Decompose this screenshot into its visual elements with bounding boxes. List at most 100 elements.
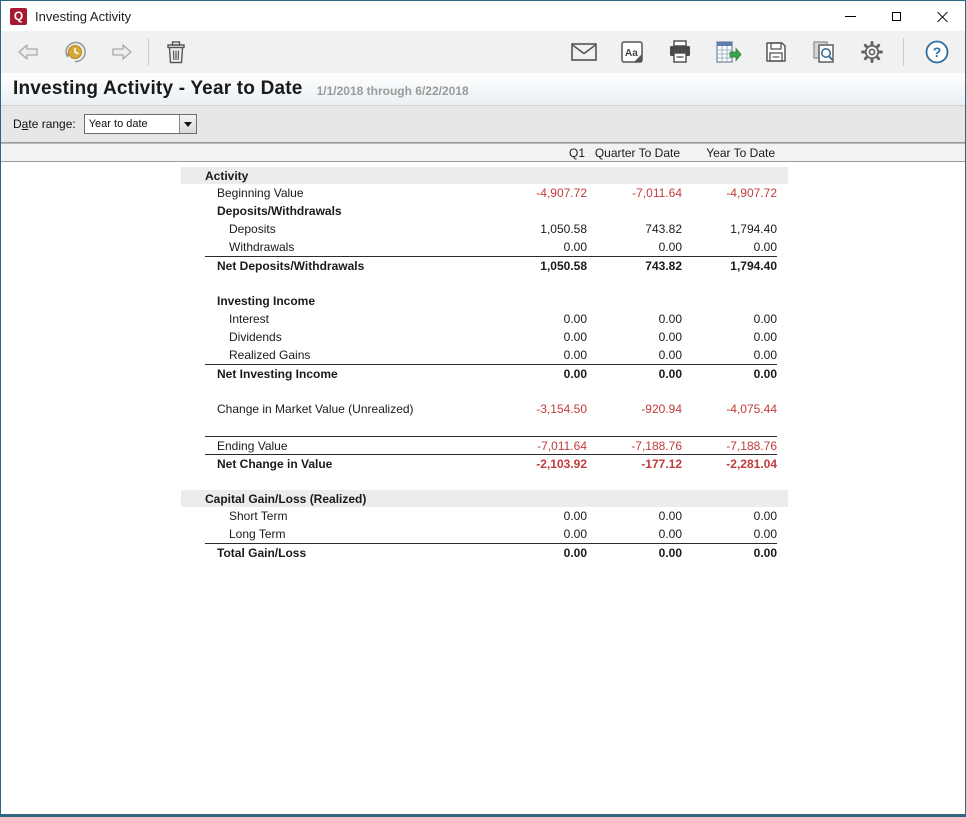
minimize-button[interactable]: [827, 1, 873, 31]
table-row: Short Term0.000.000.00: [181, 507, 788, 525]
table-row: Net Deposits/Withdrawals1,050.58743.821,…: [181, 256, 788, 274]
table-row: [181, 382, 788, 400]
delete-report-button[interactable]: [161, 36, 191, 68]
font-settings-button[interactable]: Aa: [617, 36, 647, 68]
cell-value: 0.00: [682, 546, 777, 560]
cell-value: 0.00: [587, 509, 682, 523]
cell-value: 0.00: [492, 330, 587, 344]
cell-value: 0.00: [492, 367, 587, 381]
preview-icon: [810, 39, 838, 65]
table-row: Ending Value-7,011.64-7,188.76-7,188.76: [181, 436, 788, 454]
close-icon: [937, 11, 948, 22]
maximize-icon: [892, 12, 901, 21]
cell-value: 0.00: [587, 546, 682, 560]
cell-value: 0.00: [682, 348, 777, 362]
email-report-button[interactable]: [569, 36, 599, 68]
table-row: Deposits1,050.58743.821,794.40: [181, 220, 788, 238]
help-icon: ?: [924, 39, 950, 65]
report-header: Investing Activity - Year to Date 1/1/20…: [1, 73, 965, 106]
cell-value: 0.00: [587, 240, 682, 254]
title-bar: Q Investing Activity: [1, 1, 965, 31]
table-row: Withdrawals0.000.000.00: [181, 238, 788, 256]
svg-text:Aa: Aa: [625, 48, 638, 59]
table-row: Total Gain/Loss0.000.000.00: [181, 543, 788, 561]
table-row: [181, 472, 788, 490]
row-label: Investing Income: [205, 294, 777, 308]
help-button[interactable]: ?: [922, 36, 952, 68]
forward-arrow-icon: [108, 41, 134, 63]
date-range-label: Date range:: [13, 117, 76, 131]
minimize-icon: [845, 16, 856, 17]
window-title: Investing Activity: [35, 9, 131, 24]
date-range-select[interactable]: Year to date: [84, 114, 197, 134]
print-preview-button[interactable]: [809, 36, 839, 68]
cell-value: 0.00: [492, 546, 587, 560]
export-button[interactable]: [713, 36, 743, 68]
save-icon: [763, 39, 789, 65]
row-label: Capital Gain/Loss (Realized): [205, 492, 777, 506]
table-row: Capital Gain/Loss (Realized): [181, 490, 788, 507]
svg-text:?: ?: [933, 44, 942, 60]
row-label: Net Investing Income: [205, 367, 492, 381]
toolbar-separator: [148, 38, 149, 66]
print-button[interactable]: [665, 36, 695, 68]
back-button[interactable]: [14, 36, 44, 68]
cell-value: -177.12: [587, 457, 682, 471]
cell-value: -2,103.92: [492, 457, 587, 471]
report-date-range: 1/1/2018 through 6/22/2018: [317, 80, 469, 98]
page-title: Investing Activity - Year to Date: [13, 78, 303, 100]
table-row: Dividends0.000.000.00: [181, 328, 788, 346]
report-body: ActivityBeginning Value-4,907.72-7,011.6…: [1, 162, 965, 814]
close-button[interactable]: [919, 1, 965, 31]
cell-value: -7,188.76: [587, 439, 682, 453]
filter-bar: Date range: Year to date: [1, 106, 965, 143]
back-arrow-icon: [16, 41, 42, 63]
cell-value: 1,050.58: [492, 222, 587, 236]
cell-value: 0.00: [682, 367, 777, 381]
row-label: Long Term: [205, 527, 492, 541]
dropdown-button[interactable]: [179, 115, 196, 133]
table-row: Beginning Value-4,907.72-7,011.64-4,907.…: [181, 184, 788, 202]
table-row: Deposits/Withdrawals: [181, 202, 788, 220]
cell-value: -920.94: [587, 402, 682, 416]
cell-value: 1,050.58: [492, 259, 587, 273]
cell-value: 743.82: [587, 222, 682, 236]
cell-value: 743.82: [587, 259, 682, 273]
row-label: Net Deposits/Withdrawals: [205, 259, 492, 273]
cell-value: -4,075.44: [682, 402, 777, 416]
forward-button[interactable]: [106, 36, 136, 68]
save-button[interactable]: [761, 36, 791, 68]
cell-value: 0.00: [587, 330, 682, 344]
column-quarter-to-date: Quarter To Date: [585, 146, 680, 160]
cell-value: -2,281.04: [682, 457, 777, 471]
cell-value: -7,188.76: [682, 439, 777, 453]
table-row: [181, 274, 788, 292]
history-button[interactable]: [60, 36, 90, 68]
table-row: [181, 418, 788, 436]
cell-value: 0.00: [682, 509, 777, 523]
row-label: Change in Market Value (Unrealized): [205, 402, 492, 416]
cell-value: 1,794.40: [682, 259, 777, 273]
row-label: Total Gain/Loss: [205, 546, 492, 560]
row-label: Ending Value: [205, 439, 492, 453]
table-row: Realized Gains0.000.000.00: [181, 346, 788, 364]
table-row: Interest0.000.000.00: [181, 310, 788, 328]
table-row: Net Change in Value-2,103.92-177.12-2,28…: [181, 454, 788, 472]
cell-value: 0.00: [587, 348, 682, 362]
row-label: Activity: [205, 169, 777, 183]
cell-value: -7,011.64: [587, 186, 682, 200]
row-label: Deposits/Withdrawals: [205, 204, 777, 218]
row-label: Deposits: [205, 222, 492, 236]
settings-button[interactable]: [857, 36, 887, 68]
table-row: Investing Income: [181, 292, 788, 310]
cell-value: 0.00: [682, 527, 777, 541]
row-label: Net Change in Value: [205, 457, 492, 471]
column-q1: Q1: [490, 146, 585, 160]
maximize-button[interactable]: [873, 1, 919, 31]
report-table: ActivityBeginning Value-4,907.72-7,011.6…: [181, 167, 788, 561]
app-logo-icon: Q: [10, 8, 27, 25]
cell-value: 0.00: [492, 527, 587, 541]
cell-value: 0.00: [492, 312, 587, 326]
row-label: Withdrawals: [205, 240, 492, 254]
column-year-to-date: Year To Date: [680, 146, 775, 160]
